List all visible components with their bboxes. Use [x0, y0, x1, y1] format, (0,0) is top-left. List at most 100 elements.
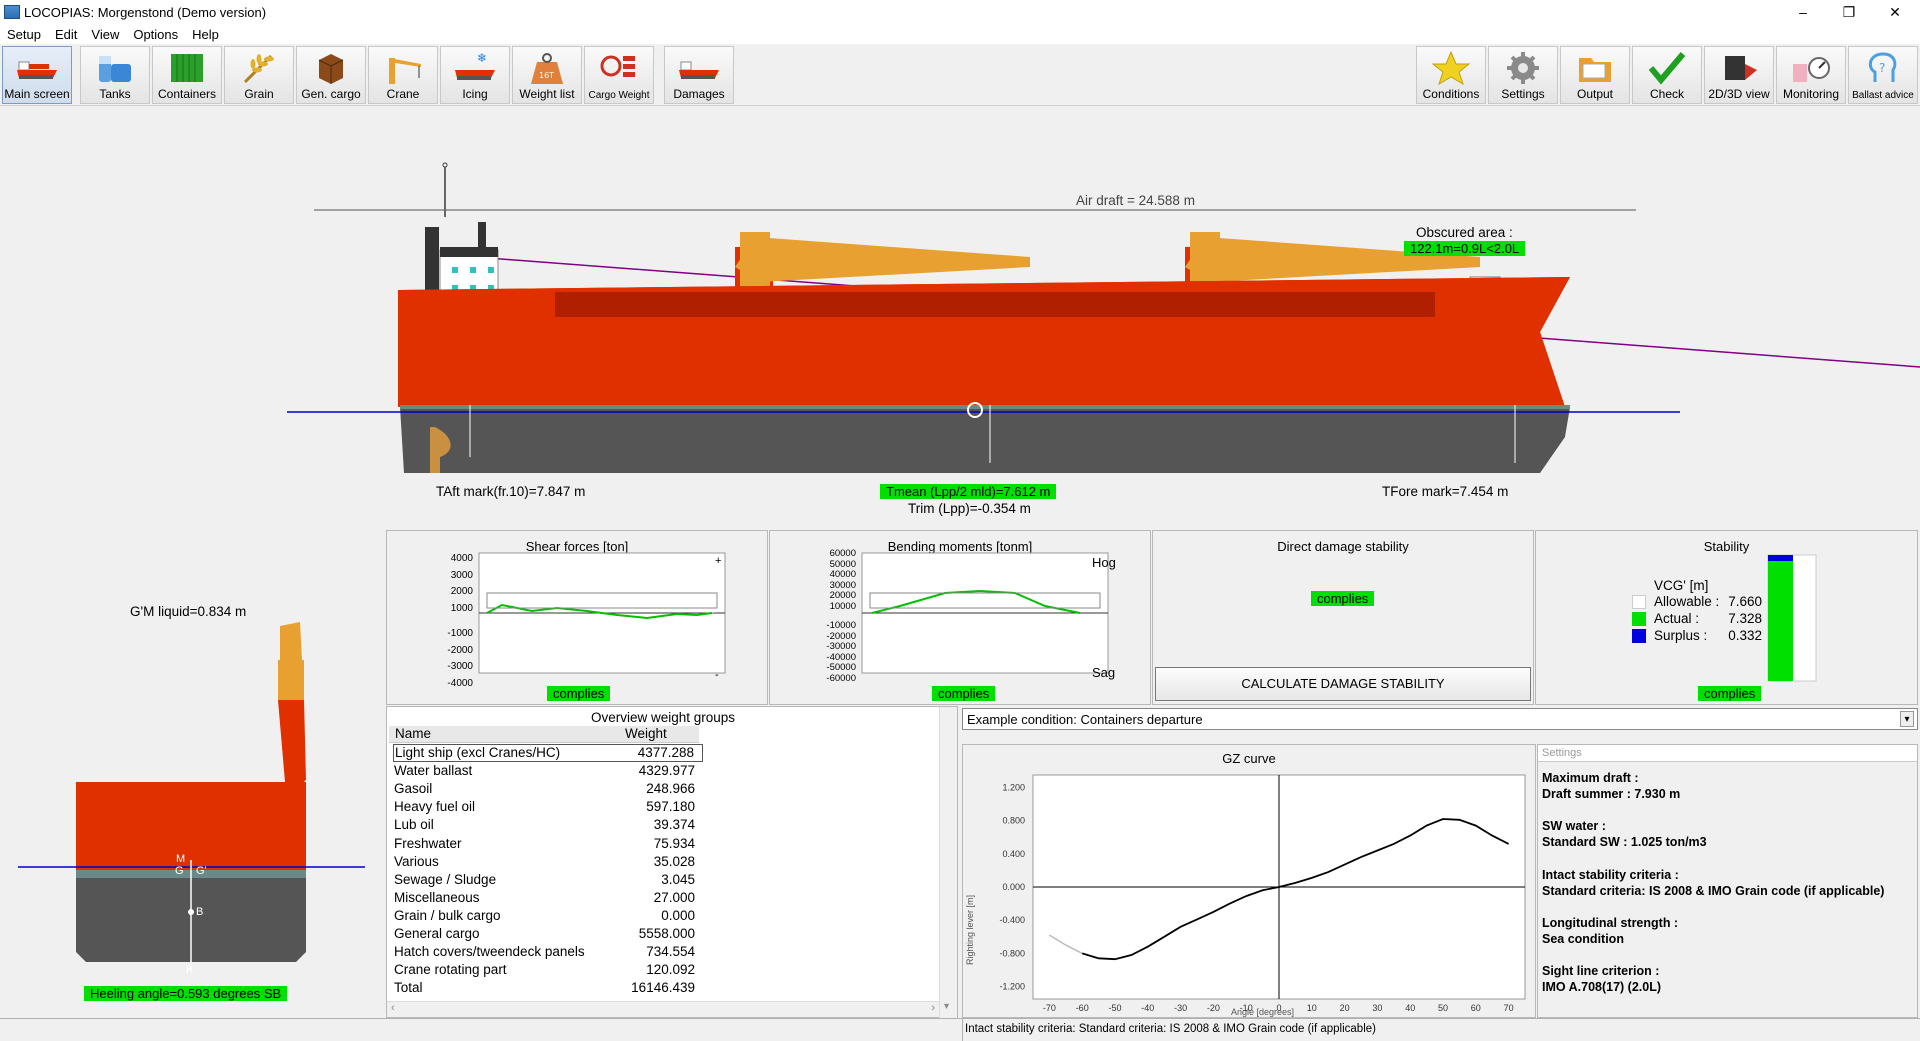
heeling-angle-label: Heeling angle=0.593 degrees SB: [84, 986, 288, 1001]
table-row[interactable]: Various 35.028: [393, 854, 703, 872]
menu-view[interactable]: View: [84, 27, 126, 42]
stability-panel: Stability VCG' [m] Allowable : 7.660 Act…: [1535, 530, 1918, 705]
damages-icon: [679, 61, 719, 79]
table-row[interactable]: Freshwater 75.934: [393, 836, 703, 854]
settings-header-label: Settings: [1542, 747, 1582, 759]
star-icon: [1431, 50, 1471, 86]
table-row[interactable]: Sewage / Sludge 3.045: [393, 872, 703, 890]
gz-y-tick: -0.400: [999, 915, 1025, 925]
gz-y-tick: 0.000: [1002, 882, 1025, 892]
gz-x-tick: 60: [1471, 1003, 1481, 1013]
icing-button[interactable]: ❄ Icing: [440, 46, 510, 104]
main-screen-button[interactable]: Main screen: [2, 46, 72, 104]
table-row[interactable]: Lub oil 39.374: [393, 817, 703, 835]
scroll-right-arrow-icon[interactable]: ›: [931, 1002, 935, 1014]
weight-table-vscroll[interactable]: ▾: [939, 707, 957, 1019]
weight-group-value: 0.000: [661, 907, 695, 923]
gz-x-axis-label: Angle [degrees]: [1231, 1007, 1295, 1017]
weight-group-name: Grain / bulk cargo: [394, 907, 501, 923]
ship-icon: [17, 61, 57, 79]
settings-button[interactable]: Settings: [1488, 46, 1558, 104]
svg-text:16T: 16T: [539, 71, 554, 80]
table-row[interactable]: Hatch covers/tweendeck panels 734.554: [393, 944, 703, 962]
weight-group-value: 3.045: [661, 871, 695, 887]
weight-table-hscroll[interactable]: ‹ ›: [387, 1001, 939, 1017]
scroll-left-arrow-icon[interactable]: ‹: [391, 1002, 395, 1014]
section-view[interactable]: G'M liquid=0.834 m M G G' B K Heeling an…: [0, 560, 385, 1018]
minimize-button[interactable]: –: [1780, 0, 1826, 24]
check-icon: [1648, 52, 1686, 85]
icing-icon: ❄: [455, 51, 495, 80]
condition-selected-value: Example condition: Containers departure: [967, 712, 1203, 727]
weight-group-value: 4377.288: [637, 745, 694, 760]
cargo-weight-button[interactable]: Cargo Weight: [584, 46, 654, 104]
tanks-button[interactable]: Tanks: [80, 46, 150, 104]
gz-x-tick: 70: [1504, 1003, 1514, 1013]
actual-value: 7.328: [1728, 611, 1762, 626]
calculate-damage-stability-button[interactable]: CALCULATE DAMAGE STABILITY: [1155, 667, 1531, 701]
obscured-area-label: Obscured area :: [1416, 225, 1513, 240]
scroll-down-arrow-icon[interactable]: ▾: [944, 1001, 949, 1012]
menu-options[interactable]: Options: [126, 27, 185, 42]
settings-line: Maximum draft :: [1542, 771, 1639, 785]
sag-label: Sag: [1092, 665, 1116, 680]
table-row[interactable]: Water ballast 4329.977: [393, 763, 703, 781]
gz-x-tick: -20: [1207, 1003, 1220, 1013]
shear-forces-panel[interactable]: Shear forces [ton] 4000 3000 2000 1000 -100…: [386, 530, 768, 705]
output-button[interactable]: Output: [1560, 46, 1630, 104]
weight-group-name: Water ballast: [394, 763, 473, 779]
chevron-down-icon[interactable]: ▾: [1900, 711, 1914, 727]
gz-x-tick: 20: [1340, 1003, 1350, 1013]
table-row[interactable]: General cargo 5558.000: [393, 926, 703, 944]
settings-line: Longitudinal strength :: [1542, 915, 1679, 930]
gz-curve-panel[interactable]: GZ curve 1.200 0.800 0.400 0.000 -0.400 -0.80…: [962, 744, 1536, 1018]
menu-help[interactable]: Help: [185, 27, 226, 42]
menu-setup[interactable]: Setup: [0, 27, 48, 42]
shear-minus-sign: -: [715, 669, 719, 681]
ballast-advice-button[interactable]: ? Ballast advice: [1848, 46, 1918, 104]
weight-list-button[interactable]: 16T Weight list: [512, 46, 582, 104]
table-row[interactable]: Crane rotating part 120.092: [393, 962, 703, 980]
grain-button[interactable]: Grain: [224, 46, 294, 104]
menu-edit[interactable]: Edit: [48, 27, 84, 42]
table-row[interactable]: Total 16146.439: [393, 980, 703, 998]
table-row[interactable]: Gasoil 248.966: [393, 781, 703, 799]
weight-group-value: 75.934: [653, 835, 695, 851]
condition-dropdown[interactable]: Example condition: Containers departure …: [962, 708, 1918, 730]
actual-swatch: [1632, 612, 1646, 626]
weight-group-value: 35.028: [653, 853, 695, 869]
table-row[interactable]: Miscellaneous 27.000: [393, 890, 703, 908]
bending-moments-panel[interactable]: Bending moments [tonm] 60000 50000 40000 30…: [769, 530, 1151, 705]
weight-groups-panel[interactable]: Overview weight groups Name Weight ▾ ‹ ›…: [386, 706, 958, 1019]
close-button[interactable]: ✕: [1872, 0, 1918, 24]
maximize-button[interactable]: ❐: [1826, 0, 1872, 24]
monitoring-icon: [1793, 57, 1830, 82]
g-point-label: G: [175, 865, 184, 877]
table-row[interactable]: Light ship (excl Cranes/HC) 4377.288: [393, 744, 703, 762]
tanks-icon: [99, 56, 131, 82]
settings-line: Sight line criterion :: [1542, 964, 1660, 979]
containers-button[interactable]: Containers: [152, 46, 222, 104]
weight-group-name: Crane rotating part: [394, 962, 507, 978]
bending-y-ticks-top: 60000 50000 40000 30000 20000 10000: [829, 548, 856, 612]
damages-button[interactable]: Damages: [664, 46, 734, 104]
menu-bar: Setup Edit View Options Help: [0, 24, 1920, 44]
check-button[interactable]: Check: [1632, 46, 1702, 104]
column-weight-header[interactable]: Weight: [625, 726, 667, 741]
2d-3d-view-button[interactable]: 2D/3D view: [1704, 46, 1774, 104]
column-name-header[interactable]: Name: [395, 726, 431, 741]
taft-mark-label: TAft mark(fr.10)=7.847 m: [436, 484, 586, 499]
ship-profile-view[interactable]: Air draft = 24.588 m Obscured area : 122…: [0, 107, 1920, 527]
settings-line: Sea condition: [1542, 932, 1624, 946]
status-text: Intact stability criteria: Standard crit…: [965, 1023, 1376, 1035]
monitoring-button[interactable]: Monitoring: [1776, 46, 1846, 104]
table-row[interactable]: Heavy fuel oil 597.180: [393, 799, 703, 817]
crane-button[interactable]: Crane: [368, 46, 438, 104]
weight-table-header: Name Weight: [389, 726, 699, 743]
gen-cargo-button[interactable]: Gen. cargo: [296, 46, 366, 104]
table-row[interactable]: Grain / bulk cargo 0.000: [393, 908, 703, 926]
conditions-button[interactable]: Conditions: [1416, 46, 1486, 104]
window-title: LOCOPIAS: Morgenstond (Demo version): [24, 4, 267, 20]
weight-group-name: Miscellaneous: [394, 889, 480, 905]
weight-groups-title: Overview weight groups: [590, 710, 736, 725]
